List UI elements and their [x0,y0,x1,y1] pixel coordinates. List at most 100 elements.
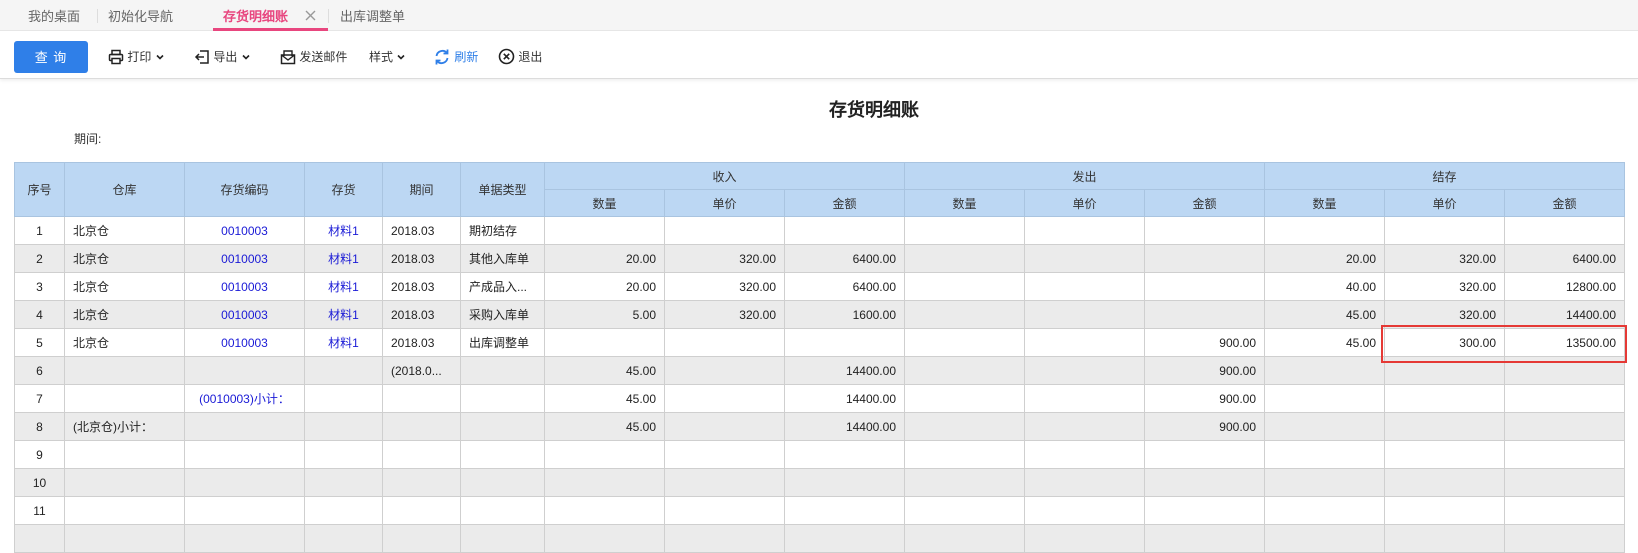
mail-icon [280,50,296,65]
send-mail-button[interactable]: 发送邮件 [280,46,347,66]
cell-code[interactable]: 0010003 [184,328,305,357]
cell-balance-amount [1504,496,1625,525]
cell-item[interactable]: 材料1 [304,328,383,357]
cell-warehouse [64,384,185,413]
cell-doc-type [460,440,545,469]
cell-item [304,384,383,413]
cell-warehouse: 北京仓 [64,244,185,273]
cell-code[interactable]: 0010003 [184,216,305,245]
tab-my-desktop[interactable]: 我的桌面 [28,0,80,31]
cell-balance-amount [1504,524,1625,553]
cell-balance-price [1384,384,1505,413]
print-button[interactable]: 打印 [108,46,165,66]
table-row[interactable]: 2 北京仓 0010003 材料1 2018.03 其他入库单 20.00 320.00 640… [14,244,1625,273]
cell-balance-qty [1264,412,1385,441]
table-row[interactable]: 8 (北京仓)小计： 45.00 14400.00 900.00 [14,412,1625,441]
cell-out-qty [904,384,1025,413]
header-item: 存货 [304,162,383,217]
cell-item [304,496,383,525]
table-row[interactable] [14,524,1625,553]
cell-balance-qty: 40.00 [1264,272,1385,301]
table-row[interactable]: 10 [14,468,1625,497]
refresh-button[interactable]: 刷新 [433,46,478,66]
cell-balance-price [1384,524,1505,553]
table-row[interactable]: 7 (0010003)小计： 45.00 14400.00 900.00 [14,384,1625,413]
export-label: 导出 [213,49,238,64]
cell-code [184,356,305,385]
cell-balance-amount: 14400.00 [1504,300,1625,329]
cell-in-qty [544,328,665,357]
table-row[interactable]: 1 北京仓 0010003 材料1 2018.03 期初结存 [14,216,1625,245]
cell-out-amount [1144,216,1265,245]
cell-period [382,524,461,553]
cell-out-price [1024,468,1145,497]
cell-seq: 7 [14,384,65,413]
cell-doc-type [460,524,545,553]
query-button[interactable]: 查 询 [14,41,88,73]
header-balance-amount: 金额 [1504,189,1625,217]
table-row[interactable]: 6 (2018.0... 45.00 14400.00 900.00 [14,356,1625,385]
cell-in-amount [784,468,905,497]
table-row[interactable]: 11 [14,496,1625,525]
cell-period: 2018.03 [382,244,461,273]
cell-out-qty [904,440,1025,469]
cell-code [184,468,305,497]
cell-warehouse [64,468,185,497]
cell-warehouse [64,356,185,385]
cell-warehouse: 北京仓 [64,300,185,329]
close-icon[interactable] [305,10,316,21]
cell-out-amount: 900.00 [1144,356,1265,385]
header-out-group: 发出 [904,162,1265,190]
cell-in-price: 320.00 [664,300,785,329]
cell-warehouse [64,440,185,469]
cell-period: 2018.03 [382,216,461,245]
cell-seq: 2 [14,244,65,273]
tab-inventory-ledger[interactable]: 存货明细账 [213,0,328,31]
cell-item[interactable]: 材料1 [304,216,383,245]
header-period: 期间 [382,162,461,217]
table-row[interactable]: 9 [14,440,1625,469]
tab-init-guide[interactable]: 初始化导航 [108,0,173,31]
cell-period [382,468,461,497]
cell-item [304,468,383,497]
cell-doc-type [460,412,545,441]
cell-doc-type: 期初结存 [460,216,545,245]
tab-inventory-ledger-label: 存货明细账 [223,9,289,24]
tab-outbound-adjustment[interactable]: 出库调整单 [340,0,405,31]
inventory-ledger-table: 序号 仓库 存货编码 存货 期间 单据类型 收入 发出 结存 数量 单价 金额 … [14,162,1625,553]
table-row[interactable]: 5 北京仓 0010003 材料1 2018.03 出库调整单 900.00 45.00 300… [14,328,1625,357]
cell-code[interactable]: (0010003)小计： [184,384,305,413]
cell-warehouse: (北京仓)小计： [64,412,185,441]
header-code: 存货编码 [184,162,305,217]
cell-item [304,412,383,441]
cell-balance-qty: 20.00 [1264,244,1385,273]
exit-button[interactable]: 退出 [498,46,542,66]
cell-item[interactable]: 材料1 [304,244,383,273]
report-title: 存货明细账 [829,100,919,120]
cell-code[interactable]: 0010003 [184,272,305,301]
cell-item[interactable]: 材料1 [304,272,383,301]
cell-seq: 11 [14,496,65,525]
cell-doc-type: 其他入库单 [460,244,545,273]
cell-in-price [664,524,785,553]
header-doc-type: 单据类型 [460,162,545,217]
cell-doc-type [460,468,545,497]
cell-balance-price: 300.00 [1384,328,1505,357]
refresh-icon [435,49,449,65]
table-row[interactable]: 3 北京仓 0010003 材料1 2018.03 产成品入... 20.00 320.00 6… [14,272,1625,301]
export-button[interactable]: 导出 [194,46,251,66]
cell-code [184,524,305,553]
cell-balance-price [1384,356,1505,385]
cell-item[interactable]: 材料1 [304,300,383,329]
cell-seq: 6 [14,356,65,385]
printer-icon [108,49,124,65]
cell-balance-qty: 45.00 [1264,328,1385,357]
table-row[interactable]: 4 北京仓 0010003 材料1 2018.03 采购入库单 5.00 320.00 1600… [14,300,1625,329]
cell-out-amount: 900.00 [1144,328,1265,357]
cell-code[interactable]: 0010003 [184,300,305,329]
cell-in-amount: 6400.00 [784,272,905,301]
style-dropdown[interactable]: 样式 [369,46,406,66]
header-in-amount: 金额 [784,189,905,217]
cell-balance-price [1384,216,1505,245]
cell-code[interactable]: 0010003 [184,244,305,273]
